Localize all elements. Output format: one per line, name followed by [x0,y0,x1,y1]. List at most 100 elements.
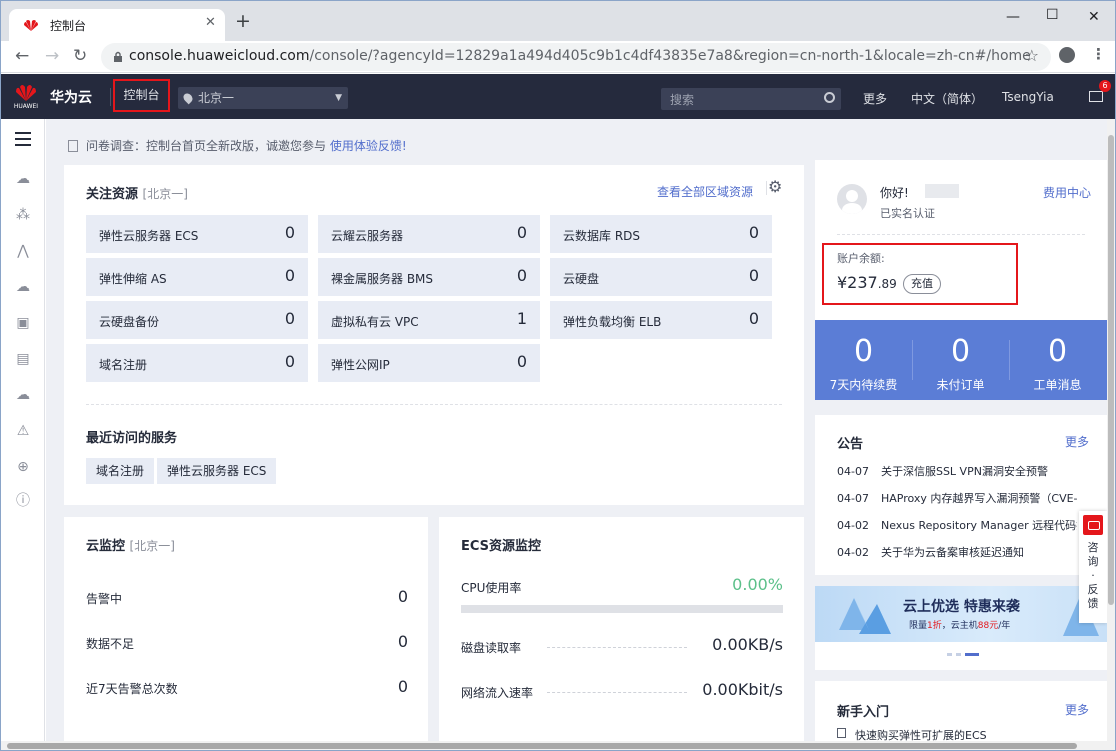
stat-unpaid-orders[interactable]: 0 未付订单 [912,320,1009,400]
net-value: 0.00Kbit/s [702,680,783,699]
recent-services-title: 最近访问的服务 [86,431,178,446]
resource-tile[interactable]: 虚拟私有云 VPC 1 [318,301,540,339]
address-bar[interactable]: console.huaweicloud.com/console/?agencyI… [101,43,1051,71]
ip-icon[interactable]: ⓘ [14,493,32,509]
vertical-scrollbar[interactable] [1107,119,1115,741]
resource-tile[interactable]: 弹性负载均衡 ELB 0 [550,301,772,339]
row-value: 0 [397,587,408,606]
forward-icon[interactable]: → [45,47,59,65]
more-menu[interactable]: 更多 [863,90,887,107]
recent-service-chip[interactable]: 域名注册 [86,458,155,484]
url-path: /console/?agencyId=12829a1a494d405c9b1c4… [309,48,1031,64]
resource-count: 0 [748,223,759,242]
resource-tile[interactable]: 云数据库 RDS 0 [550,215,772,253]
console-nav-button[interactable]: 控制台 [113,79,170,112]
resource-tile[interactable]: 云硬盘 0 [550,258,772,296]
resource-count: 0 [748,309,759,328]
chat-icon [1083,515,1103,535]
new-tab-icon[interactable]: + [235,12,251,31]
getting-started-more-link[interactable]: 更多 [1065,701,1089,718]
document-icon[interactable]: ▤ [14,351,32,367]
resource-count: 0 [284,352,295,371]
back-icon[interactable]: ← [15,47,29,65]
resource-tile[interactable]: 裸金属服务器 BMS 0 [318,258,540,296]
announcement-date: 04-07 [837,492,869,505]
mail-icon[interactable] [1089,91,1103,102]
monitor-row[interactable]: 告警中 0 [86,587,408,607]
brand-name[interactable]: 华为云 [50,87,92,107]
resource-name: 云硬盘备份 [99,315,160,329]
monitor-row[interactable]: 近7天告警总次数 0 [86,677,408,697]
horizontal-scrollbar[interactable] [1,741,1115,750]
cluster-icon[interactable]: ⋀ [14,243,32,259]
search-input[interactable]: 搜索 [661,88,841,110]
bookmark-star-icon[interactable]: ☆ [1025,46,1039,65]
cloud-service-icon[interactable]: ☁ [14,387,32,403]
cpu-value: 0.00% [732,575,783,594]
carousel-dot[interactable] [956,653,961,656]
avatar[interactable] [837,184,867,214]
reload-icon[interactable]: ↻ [73,47,87,65]
resource-tile[interactable]: 弹性公网IP 0 [318,344,540,382]
divider [837,234,1085,235]
cloud-monitor-region: [北京一] [129,539,175,553]
announcement-item[interactable]: 04-07 HAProxy 内存越界写入漏洞预警（CVE-20... [837,490,1077,506]
huawei-logo[interactable]: HUAWEI [11,81,41,113]
cloud-monitor-card: 云监控 [北京一] 告警中 0 数据不足 0 近7天告警总次数 0 [64,517,428,749]
recent-service-chip[interactable]: 弹性云服务器 ECS [157,458,277,484]
promo-banner[interactable]: 云上优选 特惠来袭 限量1折，云主机88元/年 [815,586,1107,642]
resource-name: 云硬盘 [563,272,600,286]
view-all-regions-link[interactable]: 查看全部区域资源 [657,183,753,200]
browser-menu-icon[interactable]: ⋮ [1091,45,1106,63]
resource-tile[interactable]: 域名注册 0 [86,344,308,382]
search-icon[interactable] [824,92,835,103]
menu-toggle-icon[interactable] [15,132,31,146]
resource-tile[interactable]: 弹性伸缩 AS 0 [86,258,308,296]
browser-tab[interactable]: 控制台 ✕ [9,9,225,41]
minimize-icon[interactable]: — [1006,9,1020,25]
gear-icon[interactable]: ⚙ [768,177,782,196]
network-nodes-icon[interactable]: ⁂ [14,207,32,223]
resource-tile[interactable]: 云耀云服务器 0 [318,215,540,253]
database-icon[interactable]: ▣ [14,315,32,331]
consult-feedback-widget[interactable]: 咨询·反馈 [1079,511,1107,623]
scrollbar-thumb[interactable] [7,743,1077,749]
cloud-icon[interactable]: ☁ [14,171,32,187]
lock-icon [114,51,122,62]
account-icon[interactable] [1059,47,1075,63]
user-menu[interactable]: TsengYia [1002,90,1054,104]
resource-tile[interactable]: 云硬盘备份 0 [86,301,308,339]
window-close-icon[interactable]: ✕ [1088,9,1100,25]
cloud-storage-icon[interactable]: ☁ [14,279,32,295]
stat-tickets[interactable]: 0 工单消息 [1009,320,1106,400]
getting-started-title: 新手入门 [837,705,890,720]
announcement-item[interactable]: 04-02 Nexus Repository Manager 远程代码执行... [837,517,1077,533]
row-value: 0 [397,677,408,696]
row-label: 数据不足 [86,637,135,651]
security-icon[interactable]: ⚠ [14,423,32,439]
billing-center-link[interactable]: 费用中心 [1043,184,1091,201]
language-selector[interactable]: 中文（简体） [911,90,983,107]
resource-tile[interactable]: 弹性云服务器 ECS 0 [86,215,308,253]
net-label: 网络流入速率 [461,686,534,700]
resource-count: 0 [284,309,295,328]
scrollbar-thumb[interactable] [1108,135,1114,605]
verified-status: 已实名认证 [880,207,935,220]
carousel-dot[interactable] [947,653,952,656]
region-selector[interactable]: 北京一 ▼ [178,87,348,109]
stat-renewal[interactable]: 0 7天内待续费 [815,320,912,400]
resource-count: 0 [516,223,527,242]
close-tab-icon[interactable]: ✕ [205,15,216,30]
announcements-more-link[interactable]: 更多 [1065,433,1089,450]
announcement-item[interactable]: 04-02 关于华为云备案审核延迟通知 [837,544,1077,560]
promo-banner-card[interactable]: 云上优选 特惠来袭 限量1折，云主机88元/年 [815,586,1107,670]
announcement-item[interactable]: 04-07 关于深信服SSL VPN漏洞安全预警 [837,463,1077,479]
huawei-petal-icon [16,85,36,101]
feedback-link[interactable]: 使用体验反馈! [330,139,407,153]
maximize-icon[interactable]: ☐ [1046,7,1059,23]
monitor-row[interactable]: 数据不足 0 [86,632,408,652]
carousel-dot-active[interactable] [965,653,979,656]
globe-icon[interactable]: ⊕ [14,459,32,475]
resource-name: 裸金属服务器 BMS [331,272,434,286]
document-icon [837,728,846,738]
